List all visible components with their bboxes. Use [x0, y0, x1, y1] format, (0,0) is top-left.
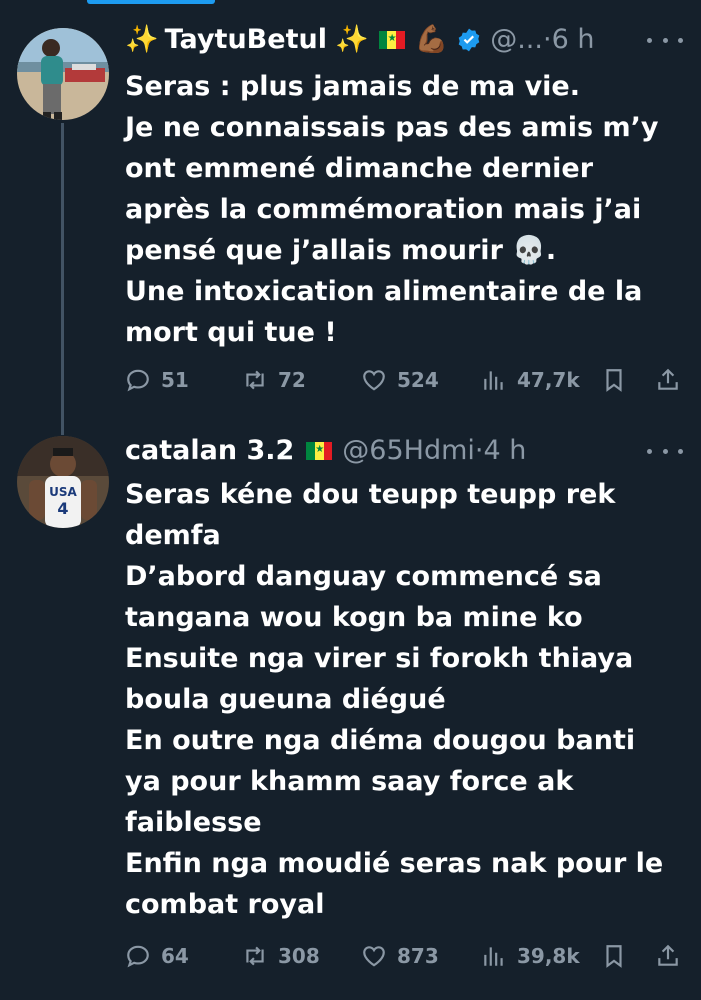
tweet-line: mort qui tue !	[125, 317, 337, 348]
separator-dot: ·	[542, 24, 552, 55]
like-icon	[363, 370, 385, 391]
tweet-line: tangana wou kogn ba mine ko	[125, 602, 583, 633]
senegal-flag-icon: ★	[306, 442, 333, 460]
tweet-line: ont emmené dimanche dernier	[125, 153, 594, 184]
top-accent-bar	[87, 0, 215, 4]
retweet-count: 308	[278, 944, 320, 968]
tweet-line: D’abord danguay commencé sa	[125, 561, 602, 592]
tweet-text: Seras kéne dou teupp teupp rek demfa D’a…	[125, 474, 685, 925]
more-options-icon[interactable]	[647, 439, 683, 463]
share-icon	[658, 944, 678, 966]
tweet-line: pensé que j’allais mourir 💀.	[125, 235, 557, 266]
reply-button[interactable]: 64	[125, 938, 189, 974]
tweet-line: boula gueuna diégué	[125, 684, 446, 715]
svg-text:4: 4	[57, 499, 68, 518]
tweet-header: ✨ TaytuBetul ✨ ★ 💪🏾 @... · 6 h	[125, 20, 594, 60]
bookmark-icon	[606, 945, 622, 968]
thread-connector-line	[61, 123, 64, 435]
flexed-biceps-icon: 💪🏾	[414, 24, 449, 55]
tweet-actions: 51 72 524 47,7k	[125, 362, 685, 398]
tweet-line: Seras kéne dou teupp teupp rek	[125, 479, 616, 510]
tweet-line: ya pour khamm saay force ak	[125, 766, 574, 797]
bookmark-icon	[606, 369, 622, 392]
views-icon	[484, 371, 503, 390]
share-button[interactable]	[655, 938, 691, 974]
like-count: 873	[397, 944, 439, 968]
user-handle[interactable]: @65Hdmi	[342, 431, 475, 471]
tweet-text: Seras : plus jamais de ma vie. Je ne con…	[125, 66, 685, 353]
avatar-catalan[interactable]: USA 4	[17, 436, 109, 528]
reply-button[interactable]: 51	[125, 362, 189, 398]
senegal-flag-icon: ★	[378, 31, 405, 49]
retweet-button[interactable]: 308	[242, 938, 320, 974]
svg-text:USA: USA	[49, 485, 77, 499]
reply-count: 51	[161, 368, 189, 392]
reply-icon	[127, 945, 149, 968]
views-count: 39,8k	[517, 944, 580, 968]
views-button[interactable]: 39,8k	[481, 938, 580, 974]
tweet-line: Je ne connaissais pas des amis m’y	[125, 112, 659, 143]
retweet-icon	[246, 370, 264, 390]
views-count: 47,7k	[517, 368, 580, 392]
user-handle[interactable]: @...	[490, 20, 543, 60]
tweet-line: combat royal	[125, 889, 325, 920]
like-icon	[363, 946, 385, 967]
tweet-line: En outre nga diéma dougou banti	[125, 725, 636, 756]
tweet-timestamp[interactable]: 6 h	[552, 20, 595, 60]
sparkles-icon: ✨	[125, 24, 159, 55]
views-icon	[484, 947, 503, 966]
avatar-taytubetul[interactable]	[17, 28, 109, 120]
sparkles-icon: ✨	[334, 24, 369, 55]
tweet-line: après la commémoration mais j’ai	[125, 194, 642, 225]
share-icon	[658, 368, 678, 390]
retweet-count: 72	[278, 368, 306, 392]
tweet-line: Ensuite nga virer si forokh thiaya	[125, 643, 634, 674]
separator-dot: ·	[474, 435, 484, 466]
tweet-line: Seras : plus jamais de ma vie.	[125, 71, 581, 102]
display-name[interactable]: TaytuBetul	[165, 20, 327, 60]
bookmark-button[interactable]	[601, 938, 637, 974]
reply-count: 64	[161, 944, 189, 968]
views-button[interactable]: 47,7k	[481, 362, 580, 398]
like-button[interactable]: 524	[361, 362, 439, 398]
display-name[interactable]: catalan 3.2	[125, 431, 294, 471]
like-count: 524	[397, 368, 439, 392]
tweet-line: faiblesse	[125, 807, 262, 838]
retweet-button[interactable]: 72	[242, 362, 306, 398]
reply-icon	[127, 369, 149, 392]
tweet-line: demfa	[125, 520, 221, 551]
bookmark-button[interactable]	[601, 362, 637, 398]
tweet-line: Une intoxication alimentaire de la	[125, 276, 643, 307]
tweet-header: catalan 3.2 ★ @65Hdmi · 4 h	[125, 431, 526, 471]
tweet-line: Enfin nga moudié seras nak pour le	[125, 848, 664, 879]
verified-badge-icon	[458, 28, 480, 52]
share-button[interactable]	[655, 362, 691, 398]
tweet-timestamp[interactable]: 4 h	[483, 431, 526, 471]
retweet-icon	[246, 946, 264, 966]
like-button[interactable]: 873	[361, 938, 439, 974]
more-options-icon[interactable]	[647, 28, 683, 52]
tweet-actions: 64 308 873 39,8k	[125, 938, 685, 974]
